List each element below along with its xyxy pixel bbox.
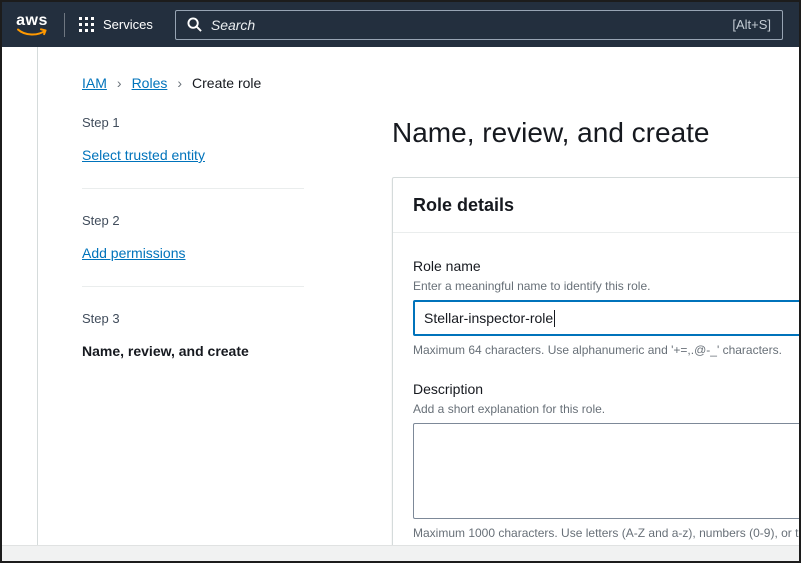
description-help: Add a short explanation for this role. — [413, 401, 799, 417]
page: IAM › Roles › Create role Step 1 Select … — [38, 47, 799, 545]
step-1-link[interactable]: Select trusted entity — [82, 146, 205, 164]
aws-logo-text: aws — [16, 13, 48, 28]
description-label: Description — [413, 380, 799, 398]
breadcrumb-link-iam[interactable]: IAM — [82, 73, 107, 93]
description-input[interactable] — [413, 423, 799, 519]
breadcrumb-current: Create role — [192, 73, 261, 93]
card-header: Role details — [393, 178, 799, 233]
step-2-label: Step 2 — [82, 213, 304, 229]
step-3-current: Name, review, and create — [82, 343, 249, 359]
breadcrumb: IAM › Roles › Create role — [82, 73, 799, 93]
description-constraint: Maximum 1000 characters. Use letters (A-… — [413, 525, 799, 541]
wizard-step-3: Step 3 Name, review, and create — [82, 311, 304, 361]
breadcrumb-separator-icon: › — [177, 73, 182, 93]
role-name-value: Stellar-inspector-role — [424, 310, 553, 326]
card-title: Role details — [413, 195, 514, 215]
role-name-constraint: Maximum 64 characters. Use alphanumeric … — [413, 342, 799, 358]
services-grid-icon — [79, 17, 94, 32]
columns: Step 1 Select trusted entity Step 2 Add … — [82, 115, 799, 545]
wizard-step-1: Step 1 Select trusted entity — [82, 115, 304, 165]
step-1-label: Step 1 — [82, 115, 304, 131]
main-content: Name, review, and create Role details Ro… — [392, 115, 799, 545]
wizard-steps: Step 1 Select trusted entity Step 2 Add … — [82, 115, 304, 361]
text-cursor — [554, 310, 555, 327]
side-nav-rail[interactable] — [2, 47, 38, 545]
breadcrumb-separator-icon: › — [117, 73, 122, 93]
wizard-step-2: Step 2 Add permissions — [82, 213, 304, 263]
search-placeholder: Search — [211, 17, 723, 33]
global-search-input[interactable]: Search [Alt+S] — [175, 10, 783, 40]
role-name-field: Role name Enter a meaningful name to ide… — [413, 257, 799, 358]
services-label: Services — [103, 17, 153, 32]
aws-logo[interactable]: aws — [16, 13, 48, 37]
step-divider — [82, 286, 304, 287]
step-divider — [82, 188, 304, 189]
description-field: Description Add a short explanation for … — [413, 380, 799, 541]
step-2-link[interactable]: Add permissions — [82, 244, 186, 262]
breadcrumb-link-roles[interactable]: Roles — [132, 73, 168, 93]
search-icon — [187, 17, 202, 32]
bottom-strip — [2, 545, 799, 561]
role-name-help: Enter a meaningful name to identify this… — [413, 278, 799, 294]
search-shortcut-hint: [Alt+S] — [732, 17, 771, 32]
role-name-label: Role name — [413, 257, 799, 275]
content-area: IAM › Roles › Create role Step 1 Select … — [2, 47, 799, 545]
role-name-input[interactable]: Stellar-inspector-role — [413, 300, 799, 336]
topbar-divider — [64, 13, 65, 37]
role-details-card: Role details Role name Enter a meaningfu… — [392, 177, 799, 545]
page-title: Name, review, and create — [392, 115, 799, 151]
aws-smile-icon — [16, 28, 48, 37]
top-nav: aws Services Search [Alt+S] — [2, 2, 799, 47]
card-body: Role name Enter a meaningful name to ide… — [393, 233, 799, 545]
services-menu-button[interactable]: Services — [79, 17, 153, 32]
step-3-label: Step 3 — [82, 311, 304, 327]
